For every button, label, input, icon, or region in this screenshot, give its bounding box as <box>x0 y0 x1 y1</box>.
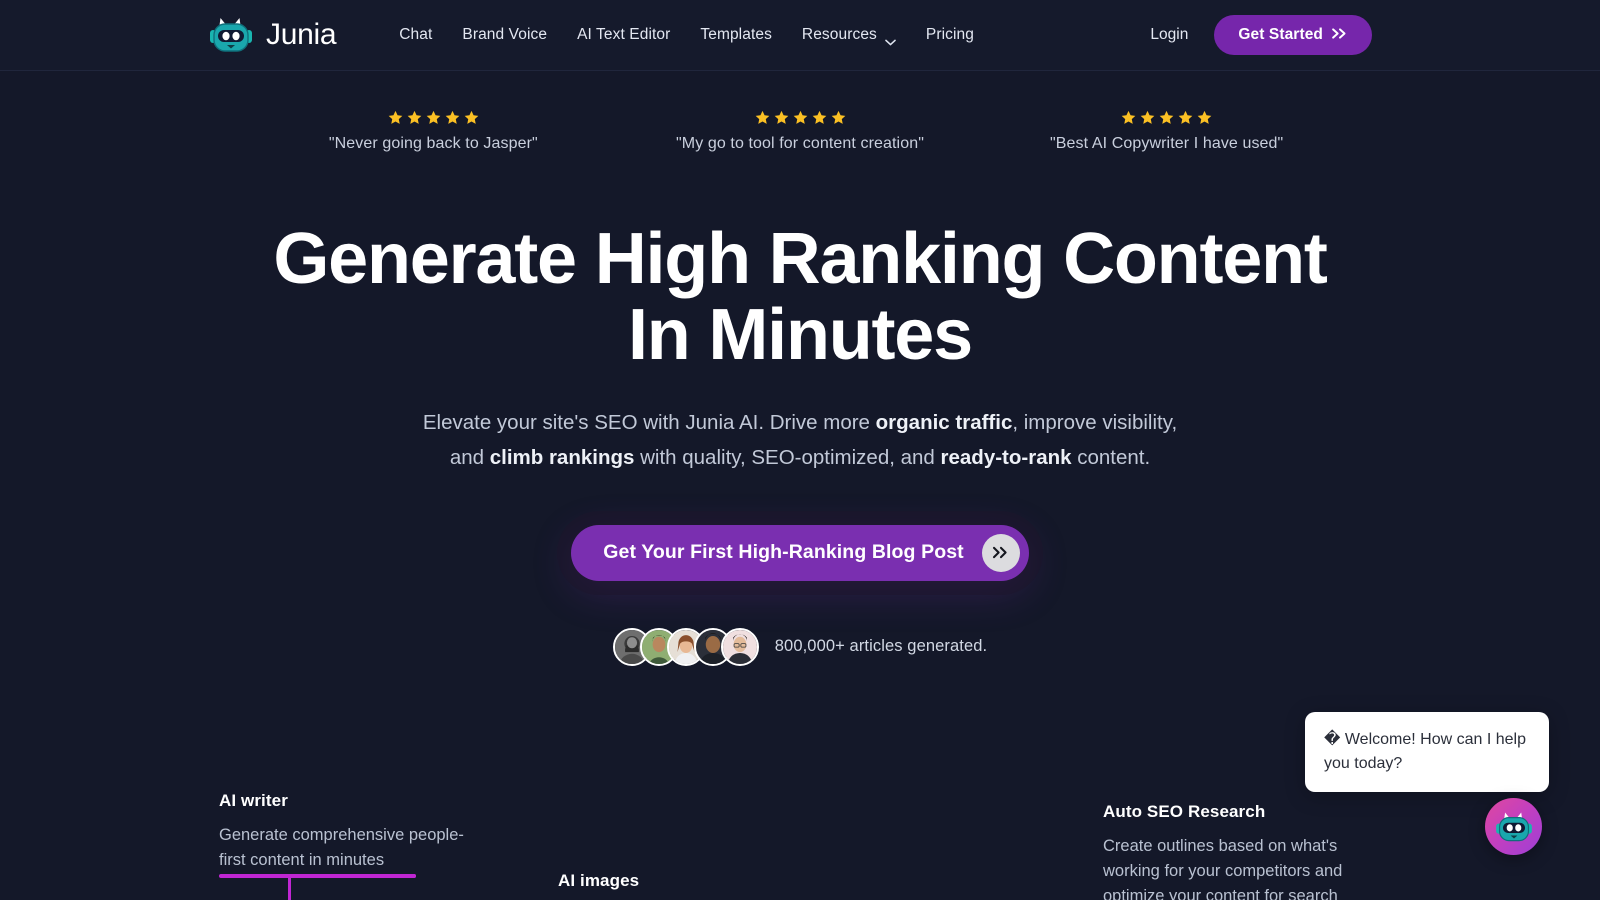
star-icon <box>1140 110 1155 125</box>
feature-title: AI images <box>558 871 640 890</box>
feature-card-ai-writer[interactable]: AI writer Generate comprehensive people-… <box>219 791 489 873</box>
testimonial-3: "Best AI Copywriter I have used" <box>983 110 1350 153</box>
testimonial-2: "My go to tool for content creation" <box>617 110 984 153</box>
feature-card-auto-seo-research[interactable]: Auto SEO Research Create outlines based … <box>1103 802 1363 900</box>
star-icon <box>755 110 770 125</box>
feature-description: Create outlines based on what's working … <box>1103 837 1343 900</box>
star-rating <box>617 110 984 125</box>
star-icon <box>426 110 441 125</box>
subheadline-text: content. <box>1071 446 1151 470</box>
navbar-actions: Login Get Started <box>1136 15 1570 55</box>
chat-launcher-button[interactable] <box>1485 798 1542 855</box>
testimonial-quote: "My go to tool for content creation" <box>676 135 924 152</box>
nav-item-resources[interactable]: Resources <box>787 18 911 52</box>
hero-cta-label: Get Your First High-Ranking Blog Post <box>603 541 964 564</box>
star-icon <box>774 110 789 125</box>
nav-item-pricing[interactable]: Pricing <box>911 18 989 52</box>
nav-item-label: Resources <box>801 26 877 43</box>
social-proof: 800,000+ articles generated. <box>0 627 1600 666</box>
avatar-group <box>612 627 759 666</box>
nav-item-chat[interactable]: Chat <box>384 18 447 52</box>
star-icon <box>407 110 422 125</box>
double-chevron-right-icon <box>981 533 1020 572</box>
hero-headline: Generate High Ranking Content In Minutes <box>273 219 1327 375</box>
testimonial-quote: "Best AI Copywriter I have used" <box>1050 135 1284 152</box>
star-rating <box>250 110 617 125</box>
nav-item-label: AI Text Editor <box>577 26 671 43</box>
star-icon <box>464 110 479 125</box>
star-icon <box>1159 110 1174 125</box>
star-icon <box>445 110 460 125</box>
feature-title: Auto SEO Research <box>1103 802 1266 821</box>
nav-item-label: Chat <box>399 26 433 43</box>
star-icon <box>1178 110 1193 125</box>
nav-item-brand-voice[interactable]: Brand Voice <box>447 18 562 52</box>
hero-section: "Never going back to Jasper" "My go to t… <box>0 71 1600 666</box>
nav-item-label: Brand Voice <box>462 26 548 43</box>
features-strip: AI writer Generate comprehensive people-… <box>0 786 1600 900</box>
star-icon <box>812 110 827 125</box>
star-icon <box>793 110 808 125</box>
star-icon <box>1197 110 1212 125</box>
get-started-label: Get Started <box>1238 26 1323 43</box>
feature-progress-tick <box>288 876 291 900</box>
double-chevron-right-icon <box>1331 26 1348 44</box>
articles-generated-count: 800,000+ articles generated. <box>774 637 988 656</box>
testimonial-1: "Never going back to Jasper" <box>250 110 617 153</box>
subheadline-text: Elevate your site's SEO with Junia AI. D… <box>422 411 876 435</box>
get-started-button[interactable]: Get Started <box>1214 15 1372 55</box>
primary-nav: Chat Brand Voice AI Text Editor Template… <box>384 18 989 52</box>
chat-welcome-bubble[interactable]: � Welcome! How can I help you today? <box>1305 712 1549 793</box>
chat-welcome-message: � Welcome! How can I help you today? <box>1324 731 1526 772</box>
feature-title: AI writer <box>219 791 288 810</box>
subheadline-emphasis: climb rankings <box>489 446 635 470</box>
brand-logo-link[interactable]: Junia <box>208 15 337 55</box>
login-link[interactable]: Login <box>1136 18 1202 52</box>
hero-cta-button[interactable]: Get Your First High-Ranking Blog Post <box>571 524 1029 581</box>
nav-item-label: Templates <box>700 26 772 43</box>
nav-item-ai-text-editor[interactable]: AI Text Editor <box>562 18 685 52</box>
subheadline-emphasis: ready-to-rank <box>940 446 1072 470</box>
feature-description: Generate comprehensive people-first cont… <box>219 826 464 870</box>
junia-robot-cat-avatar-icon <box>1494 810 1534 844</box>
testimonials-row: "Never going back to Jasper" "My go to t… <box>250 110 1350 153</box>
brand-name: Junia <box>266 18 337 51</box>
top-navbar: Junia Chat Brand Voice AI Text Editor Te… <box>0 0 1600 71</box>
star-icon <box>388 110 403 125</box>
junia-robot-cat-logo-icon <box>208 15 254 55</box>
chevron-down-icon <box>885 33 896 45</box>
nav-item-label: Pricing <box>925 26 974 43</box>
hero-subheadline: Elevate your site's SEO with Junia AI. D… <box>405 405 1195 476</box>
star-rating <box>983 110 1350 125</box>
star-icon <box>831 110 846 125</box>
subheadline-text: with quality, SEO-optimized, and <box>634 446 941 470</box>
feature-card-ai-images[interactable]: AI images <box>558 871 858 900</box>
avatar <box>720 627 759 666</box>
subheadline-emphasis: organic traffic <box>875 411 1013 435</box>
nav-item-templates[interactable]: Templates <box>685 18 787 52</box>
feature-progress-rule-secondary <box>290 874 416 878</box>
testimonial-quote: "Never going back to Jasper" <box>328 135 538 152</box>
star-icon <box>1121 110 1136 125</box>
